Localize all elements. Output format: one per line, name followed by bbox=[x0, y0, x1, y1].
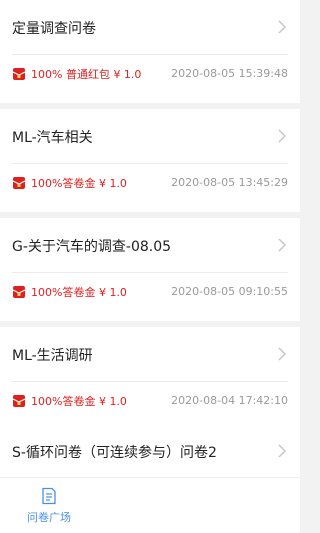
reward-label: 100%答卷金 ¥ 1.0 bbox=[31, 177, 127, 190]
reward-row: 100%答卷金 ¥ 1.0 bbox=[12, 284, 127, 300]
tab-label: 问卷广场 bbox=[27, 511, 71, 524]
divider bbox=[12, 163, 288, 164]
survey-title: G-关于汽车的调查-08.05 bbox=[12, 239, 172, 255]
chevron-right-icon bbox=[278, 20, 286, 34]
chevron-right-icon bbox=[278, 129, 286, 143]
divider bbox=[12, 272, 288, 273]
divider bbox=[12, 54, 288, 55]
survey-title: ML-汽车相关 bbox=[12, 130, 93, 146]
tab-survey-square[interactable]: 问卷广场 bbox=[0, 478, 98, 533]
survey-card[interactable]: G-关于汽车的调查-08.05 100%答卷金 ¥ 1.0 2020-08-05… bbox=[0, 218, 300, 321]
survey-timestamp: 2020-08-05 09:10:55 bbox=[171, 285, 288, 298]
survey-card[interactable]: ML-汽车相关 100%答卷金 ¥ 1.0 2020-08-05 13:45:2… bbox=[0, 109, 300, 212]
chevron-right-icon bbox=[278, 238, 286, 252]
reward-row: 100% 普通红包 ¥ 1.0 bbox=[12, 66, 141, 82]
survey-card[interactable]: 定量调查问卷 100% 普通红包 ¥ 1.0 2020-08-05 15:39:… bbox=[0, 0, 300, 103]
red-envelope-icon bbox=[12, 177, 26, 189]
survey-timestamp: 2020-08-05 15:39:48 bbox=[171, 67, 288, 80]
survey-card[interactable]: ML-生活调研 100%答卷金 ¥ 1.0 2020-08-04 17:42:1… bbox=[0, 327, 300, 430]
reward-row: 100%答卷金 ¥ 1.0 bbox=[12, 393, 127, 409]
survey-title: S-循环问卷（可连续参与）问卷2 bbox=[12, 445, 217, 461]
chevron-right-icon bbox=[278, 347, 286, 361]
survey-timestamp: 2020-08-04 17:42:10 bbox=[171, 394, 288, 407]
survey-timestamp: 2020-08-05 13:45:29 bbox=[171, 176, 288, 189]
red-envelope-icon bbox=[12, 286, 26, 298]
survey-title: 定量调查问卷 bbox=[12, 21, 96, 37]
red-envelope-icon bbox=[12, 68, 26, 80]
reward-label: 100% 普通红包 ¥ 1.0 bbox=[31, 68, 142, 81]
bottom-tab-bar: 问卷广场 bbox=[0, 477, 300, 533]
divider bbox=[12, 381, 288, 382]
reward-row: 100%答卷金 ¥ 1.0 bbox=[12, 175, 127, 191]
survey-title: ML-生活调研 bbox=[12, 348, 93, 364]
reward-label: 100%答卷金 ¥ 1.0 bbox=[31, 286, 127, 299]
red-envelope-icon bbox=[12, 395, 26, 407]
app-screen: 定量调查问卷 100% 普通红包 ¥ 1.0 2020-08-05 15:39:… bbox=[0, 0, 300, 533]
chevron-right-icon bbox=[278, 444, 286, 458]
document-icon bbox=[42, 487, 56, 505]
reward-label: 100%答卷金 ¥ 1.0 bbox=[31, 395, 127, 408]
